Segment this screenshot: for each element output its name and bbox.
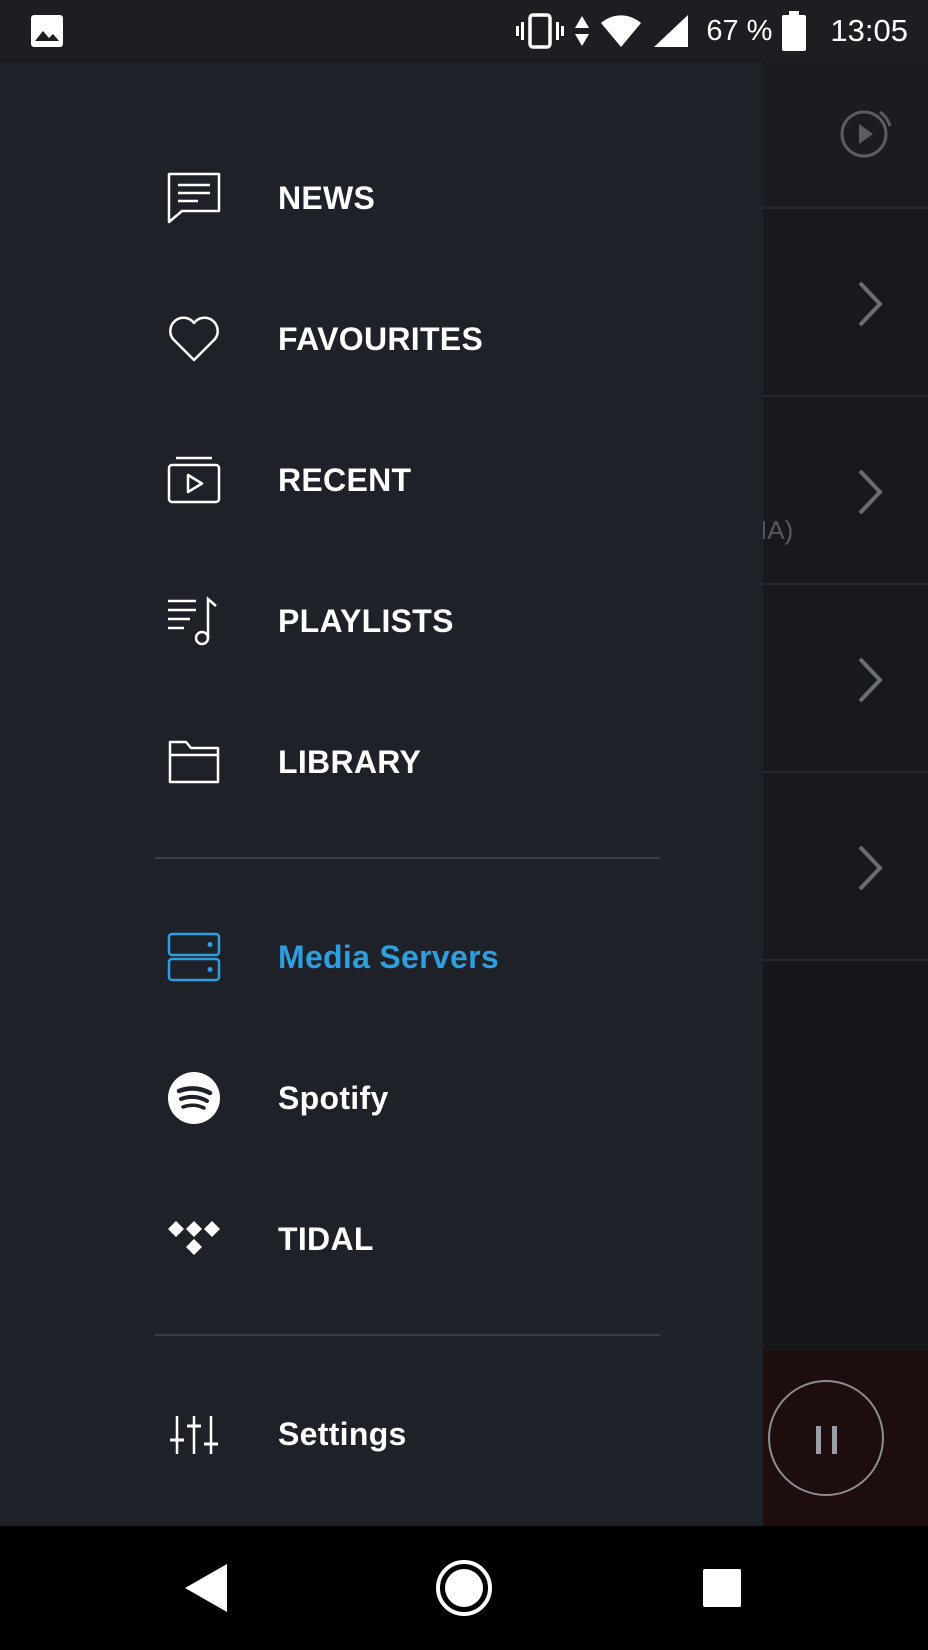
playlist-icon bbox=[164, 591, 224, 651]
drawer-item-news[interactable]: NEWS bbox=[150, 138, 710, 258]
drawer-item-spotify[interactable]: Spotify bbox=[150, 1038, 710, 1158]
home-icon bbox=[436, 1560, 492, 1616]
drawer-item-media-servers[interactable]: Media Servers bbox=[150, 897, 710, 1017]
recent-icon bbox=[164, 450, 224, 510]
recents-icon bbox=[703, 1569, 741, 1607]
tidal-icon bbox=[164, 1209, 224, 1269]
drawer-item-favourites[interactable]: FAVOURITES bbox=[150, 279, 710, 399]
cast-play-icon bbox=[840, 110, 892, 158]
pause-icon bbox=[832, 1426, 837, 1454]
heart-icon bbox=[164, 309, 224, 369]
pause-icon bbox=[816, 1426, 821, 1454]
gallery-notification-icon bbox=[31, 15, 63, 47]
chevron-right-icon bbox=[858, 469, 883, 515]
drawer-item-label: LIBRARY bbox=[278, 743, 422, 780]
drawer-item-playlists[interactable]: PLAYLISTS bbox=[150, 561, 710, 681]
news-icon bbox=[164, 168, 224, 228]
battery-percent: 67 % bbox=[706, 14, 773, 47]
system-navigation-bar bbox=[0, 1526, 928, 1650]
wifi-icon bbox=[601, 15, 642, 47]
clock: 13:05 bbox=[830, 13, 908, 48]
chevron-right-icon bbox=[858, 281, 883, 327]
drawer-item-label: Spotify bbox=[278, 1079, 389, 1116]
home-button[interactable] bbox=[414, 1526, 514, 1650]
cell-signal-icon bbox=[654, 15, 689, 47]
drawer-item-label: PLAYLISTS bbox=[278, 602, 454, 639]
server-icon bbox=[164, 927, 224, 987]
drawer-divider bbox=[155, 857, 660, 859]
drawer-divider bbox=[155, 1334, 660, 1336]
folder-icon bbox=[164, 732, 224, 792]
drawer-item-label: Media Servers bbox=[278, 938, 499, 975]
drawer-item-library[interactable]: LIBRARY bbox=[150, 702, 710, 822]
chevron-right-icon bbox=[858, 657, 883, 703]
data-transfer-icon bbox=[575, 16, 590, 46]
drawer-item-label: Settings bbox=[278, 1415, 407, 1452]
spotify-icon bbox=[164, 1068, 224, 1128]
drawer-item-settings[interactable]: Settings bbox=[150, 1374, 710, 1494]
drawer-item-label: NEWS bbox=[278, 179, 376, 216]
status-bar: 67 % 13:05 bbox=[0, 0, 928, 62]
sliders-icon bbox=[164, 1404, 224, 1464]
drawer-item-label: TIDAL bbox=[278, 1220, 374, 1257]
drawer-item-recent[interactable]: RECENT bbox=[150, 420, 710, 540]
drawer-item-label: RECENT bbox=[278, 461, 412, 498]
background-row-text: IA) bbox=[760, 515, 794, 545]
drawer-item-tidal[interactable]: TIDAL bbox=[150, 1179, 710, 1299]
back-button[interactable] bbox=[156, 1526, 256, 1650]
navigation-drawer: NEWS FAVOURITES RECENT PLAYLISTS LIBRARY… bbox=[0, 62, 763, 1526]
recents-button[interactable] bbox=[672, 1526, 772, 1650]
back-icon bbox=[185, 1564, 227, 1612]
pause-button[interactable] bbox=[768, 1380, 884, 1496]
chevron-right-icon bbox=[858, 845, 883, 891]
drawer-item-label: FAVOURITES bbox=[278, 320, 484, 357]
vibrate-icon bbox=[516, 13, 565, 49]
battery-icon bbox=[782, 11, 807, 51]
